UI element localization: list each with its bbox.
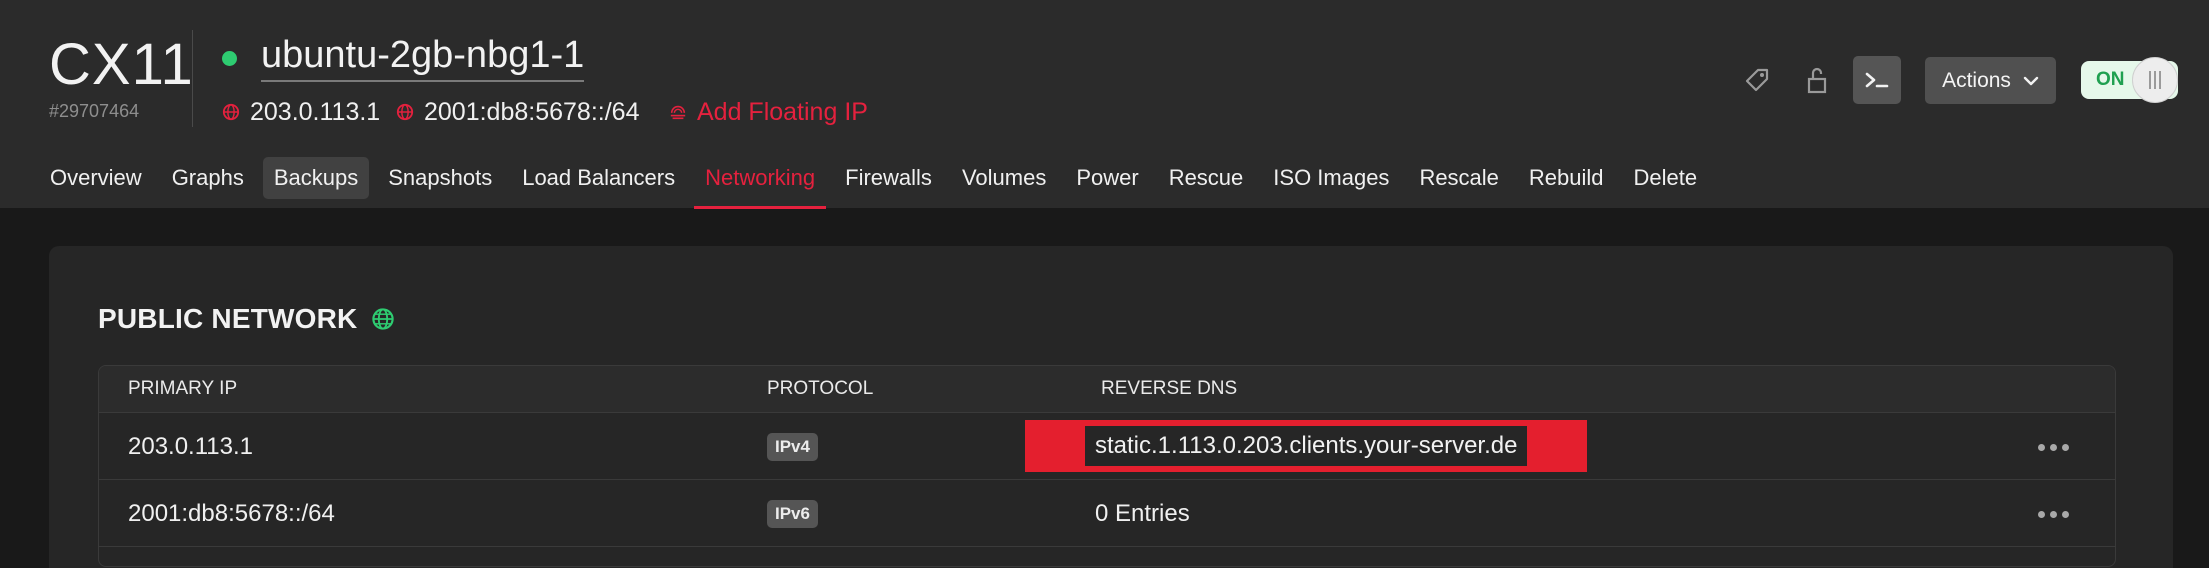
server-tabs: Overview Graphs Backups Snapshots Load B… <box>39 157 1716 209</box>
lock-icon <box>1807 67 1827 94</box>
protocol-badge: IPv4 <box>767 433 818 461</box>
floating-ip-icon <box>670 105 686 120</box>
tab-rescue[interactable]: Rescue <box>1158 157 1255 199</box>
actions-label: Actions <box>1942 68 2011 92</box>
tab-load-balancers[interactable]: Load Balancers <box>511 157 686 199</box>
power-toggle[interactable]: ON <box>2081 57 2178 103</box>
tag-icon <box>1745 68 1769 92</box>
console-icon <box>1865 72 1889 88</box>
protocol-badge: IPv6 <box>767 500 818 528</box>
console-button[interactable] <box>1853 56 1901 104</box>
tab-volumes[interactable]: Volumes <box>951 157 1057 199</box>
panel-title: PUBLIC NETWORK <box>98 303 395 335</box>
table-row: 2001:db8:5678::/64 IPv6 0 Entries <box>99 480 2115 547</box>
column-reverse-dns: REVERSE DNS <box>1101 378 1238 399</box>
tab-snapshots[interactable]: Snapshots <box>377 157 503 199</box>
tab-rebuild[interactable]: Rebuild <box>1518 157 1615 199</box>
server-id: #29707464 <box>49 101 140 121</box>
public-network-table: PRIMARY IP PROTOCOL REVERSE DNS 203.0.11… <box>98 365 2116 567</box>
ipv4-text: 203.0.113.1 <box>250 97 381 126</box>
globe-icon <box>222 103 240 121</box>
globe-icon <box>372 308 395 330</box>
ipv6-address[interactable]: 2001:db8:5678::/64 <box>396 96 639 128</box>
actions-dropdown[interactable]: Actions <box>1925 57 2056 104</box>
header-divider <box>192 30 193 127</box>
reverse-dns-cell[interactable]: 0 Entries <box>1095 500 1190 528</box>
column-primary-ip: PRIMARY IP <box>128 378 238 399</box>
tab-rescale[interactable]: Rescale <box>1408 157 1509 199</box>
table-row: 203.0.113.1 IPv4 static.1.113.0.203.clie… <box>99 413 2115 480</box>
toggle-knob[interactable] <box>2132 57 2178 103</box>
power-state-label: ON <box>2096 69 2125 90</box>
labels-button[interactable] <box>1733 56 1781 104</box>
ipv4-address[interactable]: 203.0.113.1 <box>222 96 380 128</box>
ipv6-text: 2001:db8:5678::/64 <box>424 97 640 126</box>
tab-networking[interactable]: Networking <box>694 157 827 209</box>
reverse-dns-cell[interactable]: static.1.113.0.203.clients.your-server.d… <box>1085 426 1528 466</box>
globe-icon <box>396 103 414 121</box>
chevron-down-icon <box>2023 76 2039 85</box>
public-network-panel: PUBLIC NETWORK PRIMARY IP PROTOCOL REVER… <box>49 246 2173 568</box>
tab-firewalls[interactable]: Firewalls <box>834 157 943 199</box>
server-name-field[interactable]: ubuntu-2gb-nbg1-1 <box>261 32 585 82</box>
primary-ip-cell: 203.0.113.1 <box>128 433 254 460</box>
tab-delete[interactable]: Delete <box>1623 157 1709 199</box>
tab-graphs[interactable]: Graphs <box>161 157 255 199</box>
table-header: PRIMARY IP PROTOCOL REVERSE DNS <box>99 366 2115 413</box>
tab-iso-images[interactable]: ISO Images <box>1262 157 1400 199</box>
protection-button[interactable] <box>1793 56 1841 104</box>
tab-backups[interactable]: Backups <box>262 157 370 199</box>
server-type: CX11 <box>49 32 194 97</box>
more-options-icon[interactable] <box>2038 444 2069 451</box>
more-options-icon[interactable] <box>2038 511 2069 518</box>
column-protocol: PROTOCOL <box>767 378 874 399</box>
add-floating-ip-label: Add Floating IP <box>697 97 868 126</box>
server-header: CX11 #29707464 ubuntu-2gb-nbg1-1 203.0.1… <box>0 0 2209 209</box>
panel-title-text: PUBLIC NETWORK <box>98 303 358 334</box>
primary-ip-cell: 2001:db8:5678::/64 <box>128 500 335 527</box>
status-indicator <box>222 51 237 66</box>
tab-overview[interactable]: Overview <box>39 157 153 199</box>
add-floating-ip-link[interactable]: Add Floating IP <box>669 96 868 128</box>
tab-power[interactable]: Power <box>1065 157 1149 199</box>
